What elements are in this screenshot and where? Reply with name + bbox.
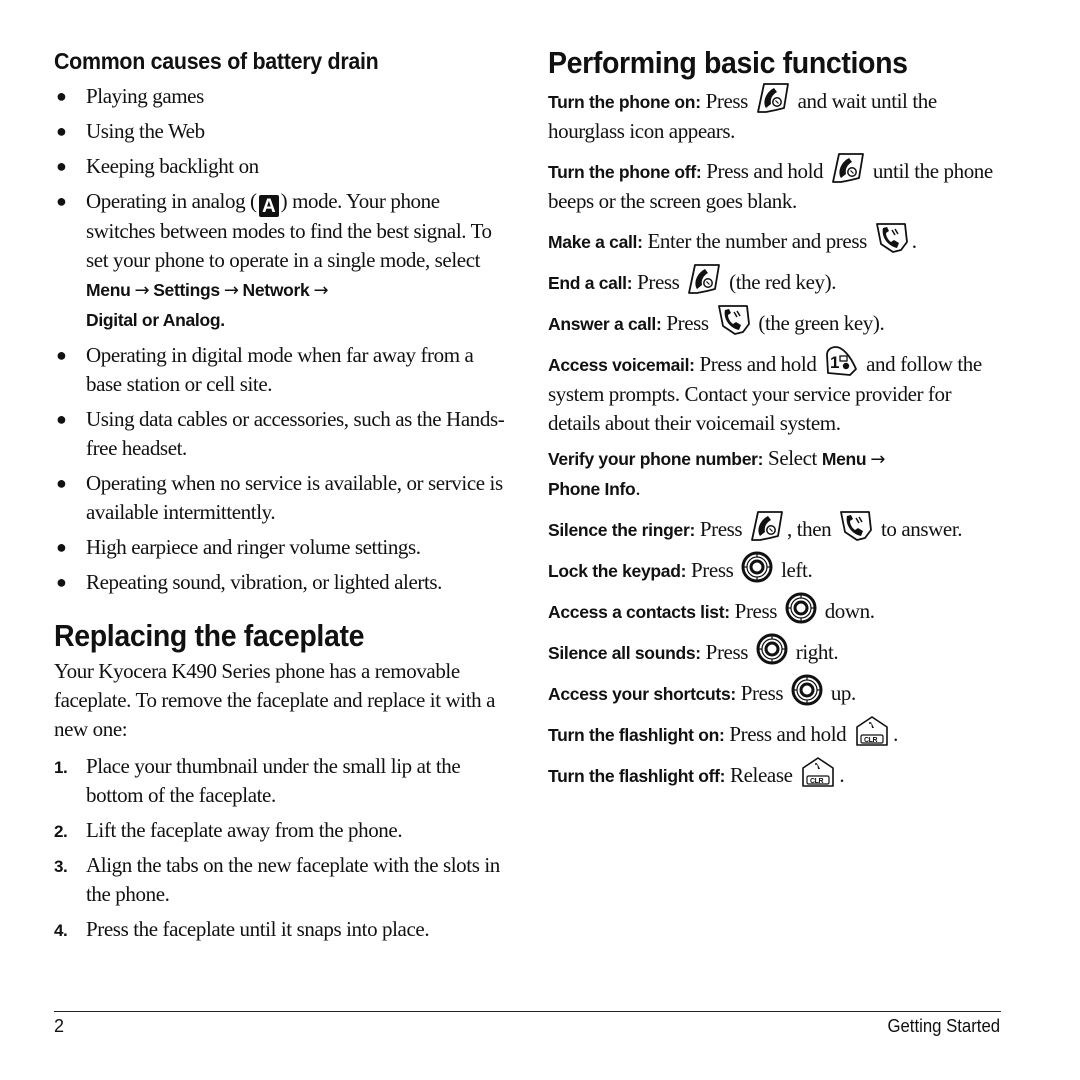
list-item: ● High earpiece and ringer volume settin… <box>54 533 509 562</box>
end-power-key-icon <box>750 510 784 542</box>
battery-drain-list: ● Playing games ● Using the Web ● Keepin… <box>54 82 509 597</box>
function-entry-turn-off: Turn the phone off: Press and hold until… <box>548 152 998 216</box>
navigation-key-icon <box>791 674 823 706</box>
bullet-icon: ● <box>56 345 67 365</box>
end-power-key-icon <box>756 82 790 114</box>
function-entry-verify-number: Verify your phone number: Select Menu → Ph… <box>548 446 885 500</box>
menu-path-item: Network <box>242 280 310 300</box>
analog-mode-icon: A <box>258 195 279 217</box>
navigation-key-icon <box>756 633 788 665</box>
function-entry-end-call: End a call: Press (the red key). <box>548 263 998 298</box>
send-key-icon <box>839 510 873 542</box>
bullet-icon: ● <box>56 191 67 211</box>
menu-path-item: Menu <box>86 280 131 300</box>
step-item: 1. Place your thumbnail under the small … <box>54 754 461 807</box>
basic-functions-heading: Performing basic functions <box>548 45 908 80</box>
list-item: ● Playing games <box>54 82 509 111</box>
bullet-icon: ● <box>56 409 67 429</box>
right-column: Performing basic functions Turn the phon… <box>548 44 998 797</box>
battery-drain-heading: Common causes of battery drain <box>54 48 379 74</box>
end-power-key-icon <box>831 152 865 184</box>
function-entry-voicemail: Access voicemail: Press and hold and fol… <box>548 345 998 438</box>
step-number: 3. <box>54 857 68 876</box>
list-item: ● Operating in digital mode when far awa… <box>56 343 474 396</box>
bullet-icon: ● <box>56 572 67 592</box>
basic-functions-list: Turn the phone on: Press and wait until … <box>548 82 998 791</box>
send-key-icon <box>717 304 751 336</box>
bullet-icon: ● <box>56 473 67 493</box>
arrow-icon: → <box>223 280 239 301</box>
faceplate-steps: 1. Place your thumbnail under the small … <box>54 752 509 944</box>
section-title: Getting Started <box>887 1016 1000 1036</box>
function-entry-flashlight-on: Turn the flashlight on: Press and hold C… <box>548 715 998 750</box>
page-number: 2 <box>54 1016 65 1036</box>
faceplate-heading: Replacing the faceplate <box>54 618 365 653</box>
end-power-key-icon <box>687 263 721 295</box>
svg-text:CLR: CLR <box>864 737 878 744</box>
faceplate-intro: Your Kyocera K490 Series phone has a rem… <box>54 659 495 741</box>
bullet-icon: ● <box>56 121 67 141</box>
arrow-icon: → <box>313 280 329 301</box>
menu-path-item: Menu <box>821 449 867 469</box>
function-entry-silence-all: Silence all sounds: Press right. <box>548 633 998 668</box>
step-item: 2. Lift the faceplate away from the phon… <box>54 816 509 845</box>
list-item: ● Keeping backlight on <box>54 152 509 181</box>
svg-text:CLR: CLR <box>810 778 824 785</box>
menu-path-item: Digital or Analog. <box>86 310 225 330</box>
arrow-icon: → <box>134 280 150 301</box>
step-item: 3. Align the tabs on the new faceplate w… <box>54 853 500 906</box>
left-column: Common causes of battery drain ● Playing… <box>54 46 509 950</box>
list-item: ● Using the Web <box>54 117 509 146</box>
function-entry-contacts: Access a contacts list: Press down. <box>548 592 998 627</box>
list-item: ● Operating in analog (A) mode. Your pho… <box>56 189 492 330</box>
step-number: 4. <box>54 921 68 940</box>
function-entry-flashlight-off: Turn the flashlight off: Release CLR. <box>548 756 998 791</box>
menu-path-item: Phone Info <box>548 479 636 499</box>
footer-divider <box>54 1011 1001 1012</box>
clear-key-icon: CLR <box>854 715 890 747</box>
clear-key-icon: CLR <box>800 756 836 788</box>
function-entry-answer-call: Answer a call: Press (the green key). <box>548 304 998 339</box>
navigation-key-icon <box>741 551 773 583</box>
bullet-icon: ● <box>56 86 67 106</box>
navigation-key-icon <box>785 592 817 624</box>
arrow-icon: → <box>870 449 885 470</box>
bullet-icon: ● <box>56 537 67 557</box>
function-entry-shortcuts: Access your shortcuts: Press up. <box>548 674 998 709</box>
send-key-icon <box>875 222 909 254</box>
bullet-icon: ● <box>56 156 67 176</box>
function-entry-turn-on: Turn the phone on: Press and wait until … <box>548 82 998 146</box>
list-item: ● Operating when no service is available… <box>56 471 503 524</box>
voicemail-1-key-icon <box>824 345 858 377</box>
step-number: 2. <box>54 822 68 841</box>
list-item: ● Using data cables or accessories, such… <box>56 407 505 460</box>
function-entry-lock-keypad: Lock the keypad: Press left. <box>548 551 998 586</box>
step-item: 4. Press the faceplate until it snaps in… <box>54 915 509 944</box>
step-number: 1. <box>54 758 68 777</box>
list-item: ● Repeating sound, vibration, or lighted… <box>54 568 509 597</box>
function-entry-silence-ringer: Silence the ringer: Press , then to answ… <box>548 510 998 545</box>
menu-path-item: Settings <box>153 280 220 300</box>
function-entry-make-call: Make a call: Enter the number and press … <box>548 222 998 257</box>
